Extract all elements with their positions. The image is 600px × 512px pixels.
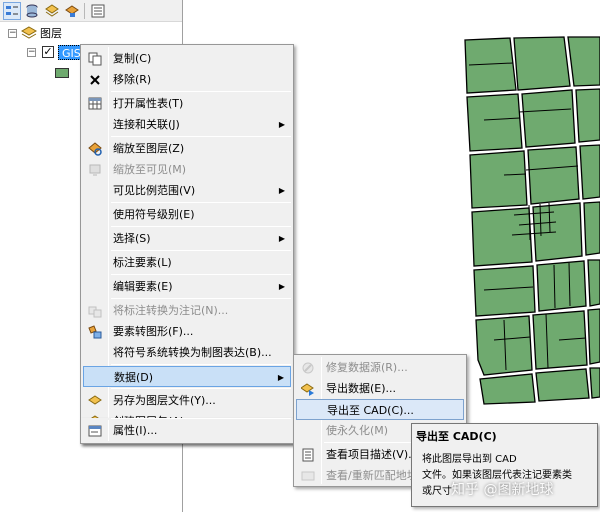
- menu-item-label: 使用符号级别(E): [113, 208, 195, 221]
- layer-legend-row: [55, 64, 69, 82]
- menu-item-label: 查看项目描述(V)...: [326, 448, 419, 461]
- menu-item-open-attribute-table[interactable]: 打开属性表(T): [83, 93, 291, 114]
- tree-root-layers[interactable]: − 图层: [8, 24, 62, 42]
- menu-item-use-symbol-levels[interactable]: 使用符号级别(E): [83, 204, 291, 225]
- menu-item-export-to-cad[interactable]: 导出至 CAD(C)...: [296, 399, 464, 420]
- menu-item-label: 将符号系统转换为制图表达(B)...: [113, 346, 272, 359]
- copy-icon: [86, 50, 104, 67]
- menu-item-label: 编辑要素(E): [113, 280, 173, 293]
- menu-item-label: 选择(S): [113, 232, 151, 245]
- layer-visibility-checkbox[interactable]: ✓: [42, 46, 54, 58]
- convert-labels-icon: [86, 302, 104, 319]
- menu-item-label: 复制(C): [113, 52, 152, 65]
- menu-item-save-as-layer-file[interactable]: 另存为图层文件(Y)...: [83, 390, 291, 411]
- menu-item-label: 缩放至图层(Z): [113, 142, 185, 155]
- menu-item-zoom-to-visible[interactable]: 缩放至可见(M): [83, 159, 291, 180]
- features-to-graphics-icon: [86, 323, 104, 340]
- menu-separator: [111, 226, 291, 227]
- menu-item-label: 导出至 CAD(C)...: [327, 404, 414, 417]
- menu-item-label: 可见比例范围(V): [113, 184, 196, 197]
- layer-context-menu: 复制(C) 移除(R) 打开属性表(T) 连接和关联(J) ▶ 缩放至图层(Z)…: [80, 44, 294, 444]
- menu-separator: [111, 91, 291, 92]
- layer-file-icon: [86, 392, 104, 409]
- menu-item-convert-symbology-to-representation[interactable]: 将符号系统转换为制图表达(B)...: [83, 342, 291, 363]
- menu-item-convert-labels-to-annotation[interactable]: 将标注转换为注记(N)...: [83, 300, 291, 321]
- menu-item-label: 缩放至可见(M): [113, 163, 187, 176]
- options-list-icon: [91, 4, 105, 18]
- menu-item-export-data[interactable]: 导出数据(E)...: [296, 378, 464, 399]
- rematch-address-icon: [299, 467, 317, 484]
- parcel-polygons: [464, 36, 600, 405]
- menu-item-label: 数据(D): [114, 371, 154, 384]
- menu-item-zoom-to-layer[interactable]: 缩放至图层(Z): [83, 138, 291, 159]
- submenu-arrow-icon: ▶: [277, 373, 284, 382]
- menu-item-label: 连接和关联(J): [113, 118, 180, 131]
- tooltip-text-line: 将此图层导出到 CAD: [422, 454, 517, 465]
- menu-separator: [111, 250, 291, 251]
- menu-item-label: 导出数据(E)...: [326, 382, 397, 395]
- item-description-icon: [299, 446, 317, 463]
- menu-item-label: 打开属性表(T): [113, 97, 184, 110]
- repair-source-icon: [299, 359, 317, 376]
- menu-item-label: 要素转图形(F)...: [113, 325, 194, 338]
- list-by-drawing-order-icon: [6, 6, 18, 15]
- collapse-icon[interactable]: −: [8, 28, 17, 38]
- menu-separator: [111, 388, 291, 389]
- submenu-arrow-icon: ▶: [278, 282, 285, 291]
- zoom-visible-icon: [86, 161, 104, 178]
- menu-item-convert-features-to-graphics[interactable]: 要素转图形(F)...: [83, 321, 291, 342]
- list-by-selection-button[interactable]: [63, 2, 81, 20]
- menu-item-label: 查看/重新匹配地址: [326, 469, 418, 482]
- menu-item-selection[interactable]: 选择(S) ▶: [83, 228, 291, 249]
- layer-selection-icon: [65, 5, 79, 17]
- properties-icon: [86, 422, 104, 439]
- menu-item-label: 标注要素(L): [113, 256, 172, 269]
- menu-item-label: 移除(R): [113, 73, 152, 86]
- export-data-icon: [299, 380, 317, 397]
- menu-item-label: 另存为图层文件(Y)...: [113, 394, 216, 407]
- menu-separator: [111, 274, 291, 275]
- menu-item-label: 属性(I)...: [113, 424, 158, 437]
- layer-context-menu-tail: 属性(I)...: [80, 418, 294, 444]
- tooltip-text-line: 或尺寸: [422, 486, 452, 497]
- toolbar-separator: [84, 3, 85, 19]
- menu-item-label-features[interactable]: 标注要素(L): [83, 252, 291, 273]
- collapse-icon[interactable]: −: [27, 47, 36, 57]
- database-icon: [26, 4, 38, 18]
- menu-item-repair-data-source[interactable]: 修复数据源(R)...: [296, 357, 464, 378]
- menu-item-properties[interactable]: 属性(I)...: [83, 420, 291, 441]
- menu-separator: [111, 364, 291, 365]
- list-by-visibility-button[interactable]: [43, 2, 61, 20]
- layers-icon: [21, 26, 37, 39]
- menu-separator: [111, 136, 291, 137]
- menu-separator: [111, 298, 291, 299]
- menu-item-visible-scale-range[interactable]: 可见比例范围(V) ▶: [83, 180, 291, 201]
- menu-item-label: 修复数据源(R)...: [326, 361, 408, 374]
- list-by-source-button[interactable]: [23, 2, 41, 20]
- menu-item-copy[interactable]: 复制(C): [83, 48, 291, 69]
- layers-icon: [45, 4, 59, 17]
- menu-separator: [111, 418, 291, 419]
- list-by-drawing-order-button[interactable]: [3, 2, 21, 20]
- menu-item-edit-features[interactable]: 编辑要素(E) ▶: [83, 276, 291, 297]
- submenu-arrow-icon: ▶: [278, 234, 285, 243]
- tree-layer-gis[interactable]: − ✓ GIS: [27, 43, 85, 61]
- remove-x-icon: [86, 71, 104, 88]
- menu-item-joins-relates[interactable]: 连接和关联(J) ▶: [83, 114, 291, 135]
- options-button[interactable]: [89, 2, 107, 20]
- layers-root-label: 图层: [40, 27, 62, 40]
- submenu-arrow-icon: ▶: [278, 186, 285, 195]
- menu-item-label: 将标注转换为注记(N)...: [113, 304, 229, 317]
- menu-separator: [111, 202, 291, 203]
- menu-item-label: 使永久化(M): [326, 424, 389, 437]
- zoom-to-layer-icon: [86, 140, 104, 157]
- watermark-text: 知乎 @图新地球: [451, 482, 554, 498]
- table-icon: [86, 95, 104, 112]
- submenu-arrow-icon: ▶: [278, 120, 285, 129]
- tooltip-title: 导出至 CAD(C): [416, 430, 497, 443]
- legend-symbol-patch: [55, 68, 69, 78]
- toc-toolbar: [0, 0, 182, 22]
- menu-item-data[interactable]: 数据(D) ▶: [83, 366, 291, 387]
- menu-item-remove[interactable]: 移除(R): [83, 69, 291, 90]
